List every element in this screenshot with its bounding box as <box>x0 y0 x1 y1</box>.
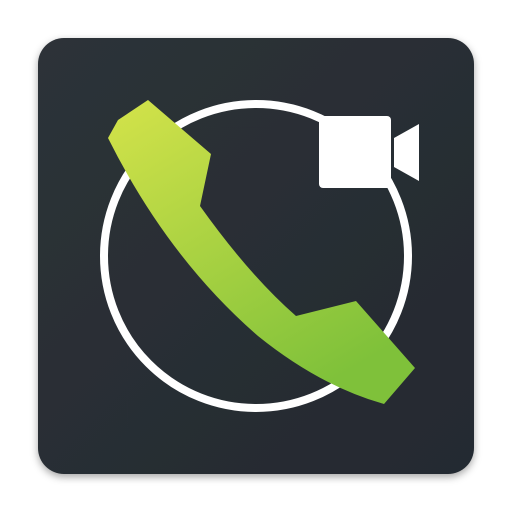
app-icon-canvas <box>0 0 512 512</box>
app-icon[interactable] <box>0 0 512 512</box>
